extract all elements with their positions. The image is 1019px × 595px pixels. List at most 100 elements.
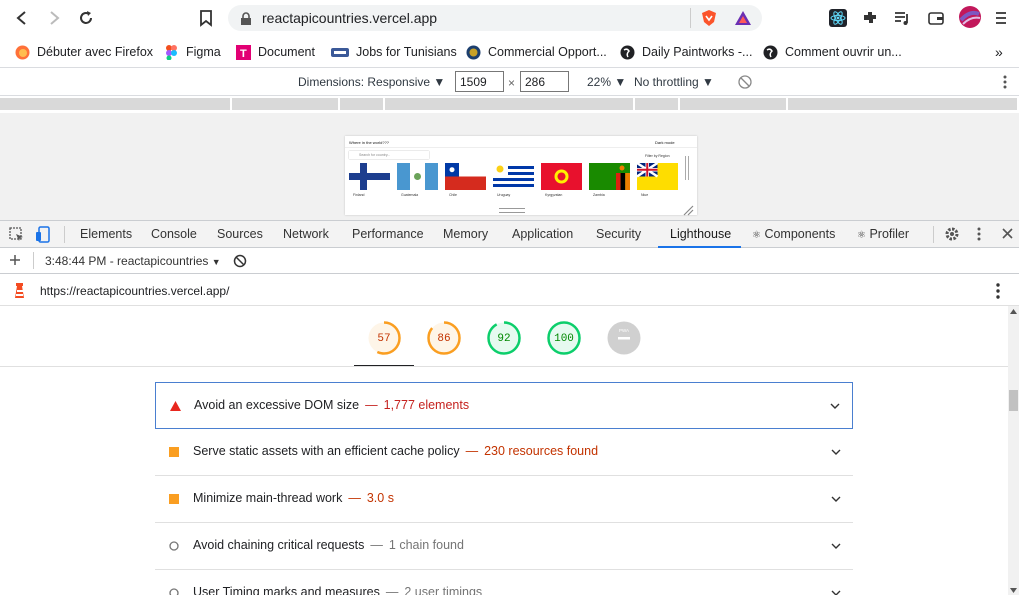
bookmark-label: Figma (186, 45, 221, 59)
close-icon[interactable] (1002, 228, 1013, 239)
audit-item[interactable]: Avoid an excessive DOM size — 1,777 elemen… (155, 382, 853, 429)
preview-scrollbar[interactable] (685, 156, 689, 180)
reload-icon[interactable] (76, 8, 96, 28)
caret-down-icon: ▼ (614, 75, 627, 89)
bookmark-item[interactable]: Daily Paintworks -... (620, 43, 752, 61)
rotate-icon[interactable] (738, 75, 752, 89)
divider (0, 366, 1008, 367)
tanitjobs-icon (331, 45, 349, 60)
tab-sources[interactable]: Sources (217, 227, 263, 241)
audit-title: Avoid chaining critical requests — 1 chain… (193, 538, 464, 552)
menu-icon[interactable] (994, 10, 1008, 26)
media-query-segment[interactable] (232, 98, 340, 110)
scroll-up-icon[interactable] (1010, 309, 1017, 314)
wallet-icon[interactable] (927, 9, 945, 27)
page-preview[interactable]: Where in the world??? Dark mode Search f… (345, 136, 697, 215)
country-name: Kyrgyzstan (545, 193, 563, 197)
inspect-element-icon[interactable] (9, 227, 24, 242)
brave-rewards-icon[interactable] (734, 9, 752, 27)
country-name: Finland (353, 193, 365, 197)
forward-arrow-icon[interactable] (44, 8, 64, 28)
lighthouse-toolbar: 3:48:44 PM - reactapicountries ▼ (0, 248, 1019, 274)
audit-title: Minimize main-thread work — 3.0 s (193, 491, 394, 505)
media-controls-icon[interactable] (893, 9, 911, 27)
tab-application[interactable]: Application (512, 227, 573, 241)
chevron-down-icon[interactable] (831, 588, 841, 595)
more-options-icon[interactable] (1003, 75, 1007, 89)
height-input[interactable] (520, 71, 569, 92)
bookmark-label: Jobs for Tunisians (356, 45, 457, 59)
fail-triangle-icon (170, 401, 181, 411)
tab-console[interactable]: Console (151, 227, 197, 241)
tab-memory[interactable]: Memory (443, 227, 488, 241)
extensions-icon[interactable] (861, 9, 879, 27)
audit-detail: 230 resources found (484, 444, 599, 458)
flag-guatemala (397, 163, 438, 190)
dimensions-label: Dimensions: Responsive (298, 75, 431, 89)
chevron-down-icon[interactable] (831, 494, 841, 504)
bookmark-icon[interactable] (196, 8, 216, 28)
react-icon: ⚛ (752, 230, 761, 241)
zoom-dropdown[interactable]: 22% ▼ (587, 75, 626, 89)
bookmark-item[interactable]: Figma (164, 43, 221, 61)
pwa-gauge[interactable]: PWA (607, 321, 641, 355)
report-selector[interactable]: 3:48:44 PM - reactapicountries ▼ (45, 254, 221, 268)
bookmark-item[interactable]: Débuter avec Firefox (15, 43, 153, 61)
more-bookmarks-button[interactable]: » (995, 43, 1003, 61)
clear-reports-icon[interactable] (233, 254, 247, 268)
country-name: Chile (449, 193, 457, 197)
more-options-icon[interactable] (977, 227, 981, 241)
device-viewport: Where in the world??? Dark mode Search f… (0, 113, 1019, 220)
tab-elements[interactable]: Elements (80, 227, 132, 241)
tab-network[interactable]: Network (283, 227, 329, 241)
width-input[interactable] (455, 71, 504, 92)
divider (64, 226, 65, 243)
scrollbar-thumb[interactable] (1009, 390, 1018, 411)
back-arrow-icon[interactable] (12, 8, 32, 28)
tab-profiler[interactable]: ⚛ Profiler (857, 227, 909, 241)
bookmark-item[interactable]: Comment ouvrir un... (763, 43, 902, 61)
resize-handle-bottom[interactable] (499, 208, 525, 213)
audit-name: Avoid an excessive DOM size (194, 398, 360, 412)
report-scrollbar[interactable] (1008, 306, 1019, 595)
bookmark-item[interactable]: Jobs for Tunisians (331, 43, 457, 61)
tab-performance[interactable]: Performance (352, 227, 424, 241)
scroll-down-icon[interactable] (1010, 588, 1017, 593)
tab-components[interactable]: ⚛ Components (752, 227, 835, 241)
audit-item[interactable]: User Timing marks and measures — 2 user ti… (155, 570, 853, 595)
react-devtools-icon[interactable] (829, 9, 847, 27)
dimensions-dropdown[interactable]: Dimensions: Responsive ▼ (298, 75, 445, 89)
report-menu-icon[interactable] (996, 283, 1000, 299)
audit-item[interactable]: Serve static assets with an efficient ca… (155, 429, 853, 476)
media-query-segment[interactable] (340, 98, 385, 110)
bookmark-item[interactable]: Commercial Opport... (466, 43, 607, 61)
preview-filter: Filter by Region (645, 154, 670, 158)
country-name: Zambia (593, 193, 605, 197)
device-toggle-icon[interactable] (35, 226, 51, 243)
tab-lighthouse[interactable]: Lighthouse (670, 227, 731, 241)
media-query-segment[interactable] (788, 98, 1019, 110)
chevron-down-icon[interactable] (830, 401, 840, 411)
throttling-dropdown[interactable]: No throttling ▼ (634, 75, 714, 89)
caret-down-icon: ▼ (433, 75, 446, 89)
bookmark-item[interactable]: T Document (236, 43, 315, 61)
chevron-down-icon[interactable] (831, 447, 841, 457)
audit-title: Serve static assets with an efficient ca… (193, 444, 598, 458)
media-query-segment[interactable] (680, 98, 788, 110)
audit-item[interactable]: Avoid chaining critical requests — 1 chain… (155, 523, 853, 570)
add-report-icon[interactable] (9, 254, 21, 266)
profile-avatar[interactable] (959, 6, 981, 28)
chevron-down-icon[interactable] (831, 541, 841, 551)
audit-item[interactable]: Minimize main-thread work — 3.0 s (155, 476, 853, 523)
media-query-segment[interactable] (635, 98, 680, 110)
tab-security[interactable]: Security (596, 227, 641, 241)
tab-label: Profiler (869, 227, 910, 241)
brave-shield-icon[interactable] (700, 9, 718, 27)
settings-gear-icon[interactable] (944, 226, 960, 242)
media-query-segment[interactable] (0, 98, 232, 110)
media-query-bar[interactable] (0, 96, 1019, 112)
media-query-segment[interactable] (385, 98, 635, 110)
address-bar[interactable]: reactapicountries.vercel.app (228, 5, 762, 31)
warning-square-icon (169, 494, 179, 504)
resize-corner-icon[interactable] (682, 204, 694, 216)
